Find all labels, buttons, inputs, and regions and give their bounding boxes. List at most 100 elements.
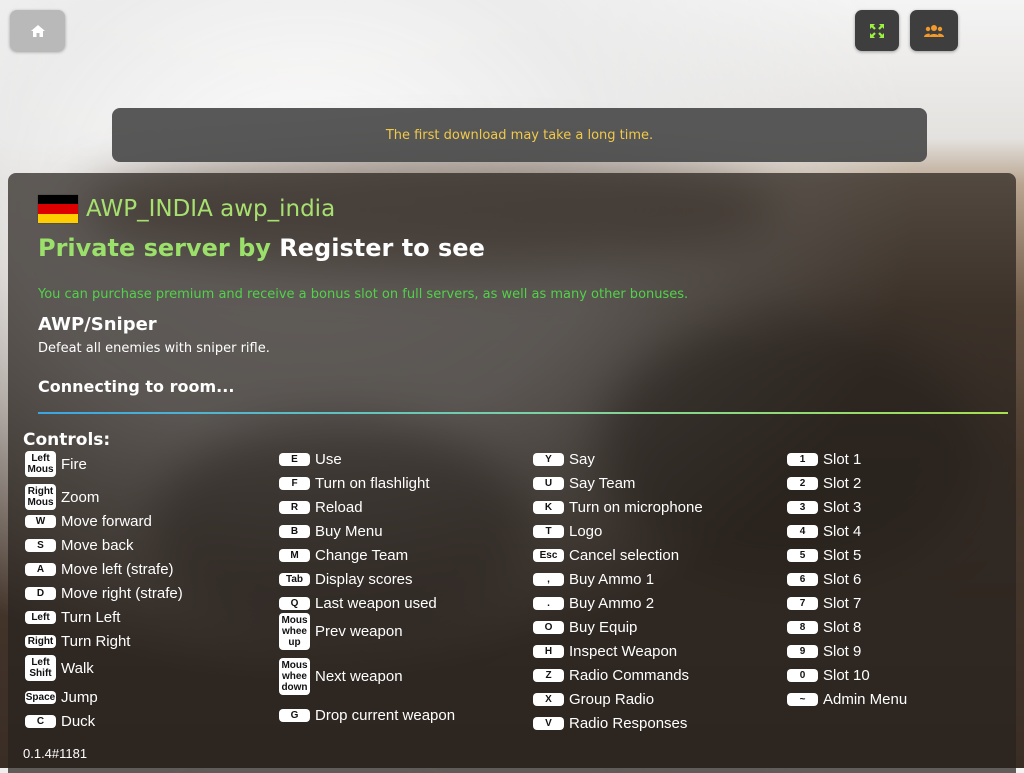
control-row: Left Turn Left	[25, 609, 120, 626]
key-cap: U	[533, 477, 564, 490]
control-row: 5 Slot 5	[787, 547, 861, 564]
key-cap: Q	[279, 597, 310, 610]
control-row: U Say Team	[533, 475, 635, 492]
key-cap: K	[533, 501, 564, 514]
key-cap: S	[25, 539, 56, 552]
key-cap: 8	[787, 621, 818, 634]
key-cap: Tab	[279, 573, 310, 586]
premium-info: You can purchase premium and receive a b…	[38, 287, 689, 302]
connection-status: Connecting to room...	[38, 377, 235, 396]
key-cap: B	[279, 525, 310, 538]
key-cap: 4	[787, 525, 818, 538]
control-label: Turn on flashlight	[315, 475, 430, 492]
control-label: Slot 9	[823, 643, 862, 660]
control-label: Move left (strafe)	[61, 561, 174, 578]
server-info-panel: AWP_INDIA awp_india Private server by Re…	[8, 173, 1016, 773]
key-cap: ~	[787, 693, 818, 706]
key-cap: Right Mous	[25, 484, 56, 510]
control-row: A Move left (strafe)	[25, 561, 174, 578]
control-label: Move right (strafe)	[61, 585, 183, 602]
control-row: F Turn on flashlight	[279, 475, 430, 492]
control-label: Reload	[315, 499, 363, 516]
control-label: Drop current weapon	[315, 707, 456, 724]
control-label: Slot 7	[823, 595, 862, 612]
control-label: Inspect Weapon	[569, 643, 678, 660]
key-cap: F	[279, 477, 310, 490]
control-row: 6 Slot 6	[787, 571, 861, 588]
control-label: Slot 5	[823, 547, 862, 564]
control-row: 0 Slot 10	[787, 667, 870, 684]
key-cap: Mous whee down	[279, 658, 310, 695]
key-cap: M	[279, 549, 310, 562]
key-cap: Left Mous	[25, 451, 56, 477]
users-button[interactable]	[910, 10, 958, 51]
key-cap: X	[533, 693, 564, 706]
control-label: Jump	[61, 689, 98, 706]
home-icon	[30, 24, 45, 37]
control-row: Mous whee up Prev weapon	[279, 613, 403, 650]
control-label: Buy Ammo 1	[569, 571, 655, 588]
control-row: Q Last weapon used	[279, 595, 437, 612]
control-row: Z Radio Commands	[533, 667, 689, 684]
server-title-row: AWP_INDIA awp_india	[38, 195, 335, 223]
key-cap: G	[279, 709, 310, 722]
control-label: Buy Ammo 2	[569, 595, 655, 612]
key-cap: Mous whee up	[279, 613, 310, 650]
owner-name-link[interactable]: Register to see	[279, 234, 485, 262]
controls-title: Controls:	[23, 430, 111, 450]
version-label: 0.1.4#1181	[23, 746, 88, 761]
key-cap: Left	[25, 611, 56, 624]
control-label: Slot 10	[823, 667, 870, 684]
fullscreen-button[interactable]	[855, 10, 899, 51]
control-row: E Use	[279, 451, 342, 468]
control-row: Mous whee down Next weapon	[279, 658, 403, 695]
control-label: Fire	[61, 455, 87, 473]
key-cap: T	[533, 525, 564, 538]
control-label: Move forward	[61, 513, 152, 530]
control-row: M Change Team	[279, 547, 408, 564]
control-label: Slot 1	[823, 451, 862, 468]
control-label: Buy Equip	[569, 619, 638, 636]
control-row: Left Shift Walk	[25, 655, 94, 681]
control-row: 8 Slot 8	[787, 619, 861, 636]
control-row: O Buy Equip	[533, 619, 637, 636]
key-cap: D	[25, 587, 56, 600]
server-owner: Private server by Register to see	[38, 234, 485, 262]
notice-text: The first download may take a long time.	[385, 127, 654, 143]
key-cap: Z	[533, 669, 564, 682]
home-button[interactable]	[10, 10, 65, 51]
control-label: Say	[569, 451, 595, 468]
control-label: Next weapon	[315, 668, 403, 685]
key-cap: Left Shift	[25, 655, 56, 681]
control-row: 1 Slot 1	[787, 451, 861, 468]
fullscreen-icon	[870, 23, 884, 38]
game-mode-description: Defeat all enemies with sniper rifle.	[38, 341, 270, 356]
control-label: Duck	[61, 713, 96, 730]
control-label: Walk	[61, 659, 94, 677]
control-row: W Move forward	[25, 513, 152, 530]
control-row: Tab Display scores	[279, 571, 413, 588]
key-cap: 5	[787, 549, 818, 562]
control-label: Radio Commands	[569, 667, 690, 684]
control-label: Cancel selection	[569, 547, 680, 564]
key-cap: Space	[25, 691, 56, 704]
control-label: Use	[315, 451, 342, 468]
control-row: T Logo	[533, 523, 602, 540]
control-label: Admin Menu	[823, 691, 908, 708]
germany-flag-icon	[38, 195, 78, 223]
control-row: B Buy Menu	[279, 523, 383, 540]
control-label: Logo	[569, 523, 603, 540]
control-row: 2 Slot 2	[787, 475, 861, 492]
control-row: V Radio Responses	[533, 715, 687, 732]
key-cap: A	[25, 563, 56, 576]
control-label: Turn Left	[61, 609, 121, 626]
control-row: K Turn on microphone	[533, 499, 703, 516]
control-row: S Move back	[25, 537, 134, 554]
key-cap: 3	[787, 501, 818, 514]
control-label: Move back	[61, 537, 134, 554]
key-cap: W	[25, 515, 56, 528]
control-label: Buy Menu	[315, 523, 383, 540]
key-cap: 7	[787, 597, 818, 610]
users-icon	[924, 24, 944, 37]
control-label: Radio Responses	[569, 715, 688, 732]
